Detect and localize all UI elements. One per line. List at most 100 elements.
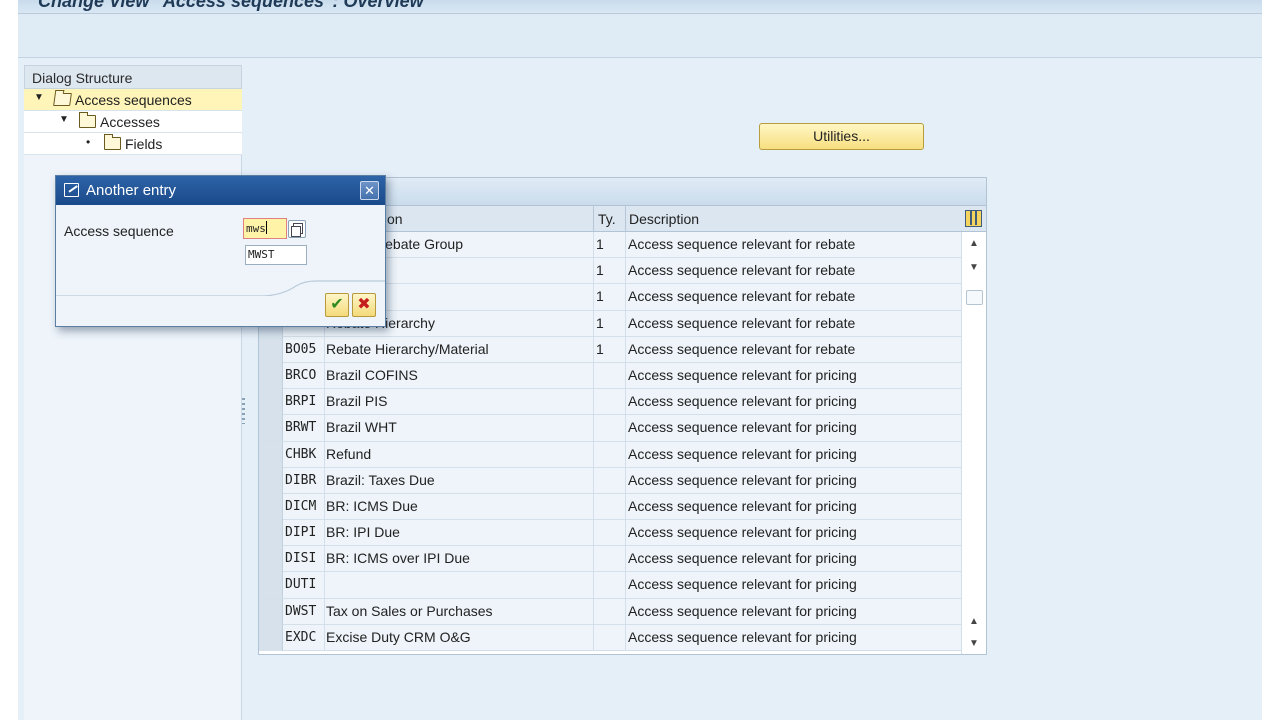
tree-node-fields[interactable]: • Fields: [24, 133, 242, 155]
row-selector[interactable]: [259, 546, 283, 573]
access-sequence-type: 1: [596, 314, 604, 331]
open-folder-icon: [53, 93, 72, 106]
tree-node-accesses[interactable]: ▼ Accesses: [24, 111, 242, 133]
access-sequence-key: BRWT: [285, 420, 317, 436]
access-sequence-type: 1: [596, 288, 604, 305]
cancel-button[interactable]: ✖: [352, 293, 376, 317]
dialog-structure-header: Dialog Structure: [24, 65, 242, 89]
access-sequence-long-description: Access sequence relevant for pricing: [628, 602, 857, 619]
folder-icon: [79, 112, 96, 128]
another-entry-dialog: Another entry ✕ Access sequence mws MWST…: [55, 175, 386, 327]
access-sequence-description: Brazil PIS: [326, 393, 388, 410]
scroll-up-icon[interactable]: ▲: [969, 238, 979, 249]
table-row[interactable]: BO05 Rebate Hierarchy/Material 1 Access seq…: [259, 336, 961, 363]
application-toolbar: [18, 14, 1262, 58]
value-help-icon[interactable]: [288, 220, 306, 238]
access-sequence-long-description: Access sequence relevant for rebate: [628, 340, 856, 357]
table-row[interactable]: BRWT Brazil WHT Access sequence relevant f…: [259, 415, 961, 442]
access-sequence-long-description: Access sequence relevant for rebate: [628, 236, 856, 252]
access-sequence-key: DWST: [285, 603, 317, 619]
utilities-button[interactable]: Utilities...: [759, 123, 924, 150]
access-sequence-key: DUTI: [285, 577, 317, 593]
access-sequence-key: DICM: [285, 498, 317, 514]
access-sequence-description: Brazil COFINS: [326, 366, 418, 383]
screen-title: Change View "Access sequences": Overview: [38, 0, 424, 11]
row-selector[interactable]: [259, 520, 283, 547]
access-sequence-key: DIBR: [285, 472, 317, 488]
scroll-page-down-icon[interactable]: ▼: [969, 638, 979, 649]
access-sequence-key: EXDC: [285, 629, 317, 645]
access-sequence-long-description: Access sequence relevant for pricing: [628, 445, 857, 462]
access-sequence-long-description: Access sequence relevant for pricing: [628, 393, 857, 410]
access-sequence-description: BR: ICMS over IPI Due: [326, 550, 470, 567]
column-header-type[interactable]: Ty.: [598, 211, 616, 227]
row-selector[interactable]: [259, 441, 283, 468]
row-selector[interactable]: [259, 415, 283, 442]
access-sequence-long-description: Access sequence relevant for rebate: [628, 314, 856, 331]
access-sequence-long-description: Access sequence relevant for pricing: [628, 471, 857, 488]
access-sequence-long-description: Access sequence relevant for pricing: [628, 524, 857, 541]
row-selector[interactable]: [259, 624, 283, 651]
column-header-description-short[interactable]: on: [387, 211, 403, 227]
access-sequence-description: Tax on Sales or Purchases: [326, 602, 493, 619]
access-sequence-long-description: Access sequence relevant for pricing: [628, 419, 857, 436]
table-row[interactable]: DIBR Brazil: Taxes Due Access sequence rel…: [259, 467, 961, 494]
tree-node-label: Access sequences: [75, 92, 192, 108]
expand-arrow-icon[interactable]: ▼: [59, 114, 69, 125]
scroll-down-icon[interactable]: ▼: [969, 262, 979, 273]
folder-icon: [104, 134, 121, 150]
access-sequence-long-description: Access sequence relevant for pricing: [628, 550, 857, 567]
access-sequence-key: DISI: [285, 551, 317, 567]
table-row[interactable]: BRCO Brazil COFINS Access sequence relevan…: [259, 362, 961, 390]
row-selector[interactable]: [259, 362, 283, 389]
table-row[interactable]: EXDC Excise Duty CRM O&G Access sequence r…: [259, 624, 961, 651]
access-sequence-long-description: Access sequence relevant for pricing: [628, 576, 857, 593]
row-selector[interactable]: [259, 493, 283, 520]
expand-arrow-icon[interactable]: ▼: [34, 92, 44, 103]
table-row[interactable]: DWST Tax on Sales or Purchases Access sequ…: [259, 598, 961, 625]
autocomplete-suggestion[interactable]: MWST: [245, 245, 307, 265]
access-sequence-long-description: Access sequence relevant for rebate: [628, 262, 856, 279]
window-frame-right: [1262, 0, 1280, 720]
row-selector[interactable]: [259, 572, 283, 599]
leaf-bullet-icon: •: [86, 135, 91, 149]
splitter-handle[interactable]: [242, 398, 245, 424]
access-sequence-key: CHBK: [285, 446, 317, 462]
confirm-button[interactable]: ✔: [325, 293, 349, 317]
access-sequence-type: 1: [596, 262, 604, 279]
access-sequence-long-description: Access sequence relevant for rebate: [628, 288, 856, 305]
column-header-description[interactable]: Description: [629, 211, 699, 227]
row-selector[interactable]: [259, 598, 283, 625]
access-sequence-description: Rebate Hierarchy/Material: [326, 340, 489, 357]
close-button[interactable]: ✕: [360, 181, 379, 200]
row-selector[interactable]: [259, 336, 283, 363]
access-sequence-long-description: Access sequence relevant for pricing: [628, 366, 857, 383]
tree-node-access-sequences[interactable]: ▼ Access sequences: [24, 89, 242, 111]
scroll-thumb[interactable]: [966, 290, 983, 305]
table-row[interactable]: DIPI BR: IPI Due Access sequence relevant …: [259, 520, 961, 547]
table-settings-icon[interactable]: [965, 210, 982, 227]
table-row[interactable]: DISI BR: ICMS over IPI Due Access sequence…: [259, 546, 961, 573]
access-sequence-key: BRCO: [285, 367, 317, 383]
access-sequence-key: DIPI: [285, 525, 317, 541]
edit-entry-icon: [64, 183, 79, 197]
table-row[interactable]: DICM BR: ICMS Due Access sequence relevant…: [259, 493, 961, 521]
access-sequence-long-description: Access sequence relevant for pricing: [628, 497, 857, 514]
vertical-scrollbar[interactable]: ▲ ▼ ▲ ▼: [961, 232, 986, 654]
table-row[interactable]: DUTI Access sequence relevant for pricing: [259, 572, 961, 599]
access-sequence-type: 1: [596, 236, 604, 252]
table-row[interactable]: CHBK Refund Access sequence relevant for p…: [259, 441, 961, 468]
row-selector[interactable]: [259, 389, 283, 416]
access-sequence-type: 1: [596, 340, 604, 357]
access-sequence-description: Brazil: Taxes Due: [326, 471, 435, 488]
access-sequence-input[interactable]: mws: [243, 218, 287, 239]
table-row[interactable]: BRPI Brazil PIS Access sequence relevant f…: [259, 389, 961, 416]
window-frame-left: [0, 0, 18, 720]
access-sequence-description: BR: IPI Due: [326, 524, 400, 541]
tree-node-label: Fields: [125, 136, 163, 152]
dialog-titlebar[interactable]: Another entry ✕: [56, 176, 385, 205]
screen-title-bar: Change View "Access sequences": Overview: [18, 0, 1262, 14]
row-selector[interactable]: [259, 467, 283, 494]
scroll-page-up-icon[interactable]: ▲: [969, 616, 979, 627]
access-sequence-description: BR: ICMS Due: [326, 497, 418, 514]
